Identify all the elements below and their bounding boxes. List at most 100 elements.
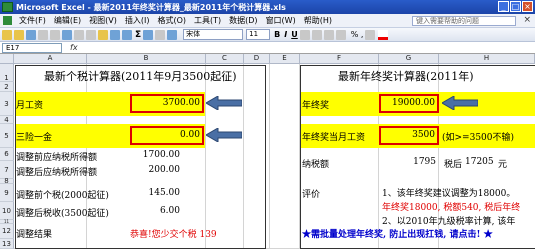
menu-window[interactable]: 窗口(W)	[262, 15, 300, 26]
select-all-corner[interactable]	[0, 54, 14, 64]
eval-line-1: 1、该年终奖建议调整为18000。	[382, 189, 516, 199]
bonus-value: 19000.00	[392, 98, 435, 108]
help-search-input[interactable]: 键入需要帮助的问题	[412, 16, 516, 26]
save-icon[interactable]	[26, 29, 36, 40]
row-header-10[interactable]: 10	[0, 202, 14, 220]
grid-col-e	[270, 64, 300, 249]
monthly-salary-label: 月工资	[16, 101, 44, 111]
menu-view[interactable]: 视图(V)	[85, 15, 121, 26]
post-taxable-label: 调整后应纳税所得额	[16, 168, 98, 178]
align-left-icon[interactable]	[299, 29, 310, 40]
menu-edit[interactable]: 编辑(E)	[50, 15, 85, 26]
print-icon[interactable]	[38, 29, 48, 40]
underline-button[interactable]: U	[291, 30, 298, 39]
redo-icon[interactable]	[122, 29, 132, 40]
italic-button[interactable]: I	[284, 30, 287, 39]
bonus-label: 年终奖	[302, 101, 330, 111]
cut-icon[interactable]	[74, 29, 84, 40]
tax-value: 1795	[413, 157, 436, 167]
row-header-13[interactable]: 13	[0, 239, 14, 249]
new-icon[interactable]	[2, 29, 12, 40]
monthly-salary-value: 3700.00	[162, 98, 200, 108]
column-header-f[interactable]: F	[300, 54, 379, 64]
close-button[interactable]: ×	[522, 1, 533, 12]
row-header-4[interactable]: 4	[0, 116, 14, 124]
menu-help[interactable]: 帮助(H)	[300, 15, 336, 26]
merge-center-icon[interactable]	[335, 29, 346, 40]
preview-icon[interactable]	[50, 29, 60, 40]
pre-tax-label: 调整前个税(2000起征)	[16, 191, 109, 201]
left-panel-title: 最新个税计算器(2011年9月3500起征)	[44, 70, 237, 83]
eval-line-2: 年终奖18000, 税额540, 税后年终	[382, 203, 521, 213]
font-size-select[interactable]: 11	[246, 29, 271, 40]
result-value: 恭喜!您少交个税 139	[130, 230, 217, 240]
standard-toolbar: Σ 宋体 11 B I U % ,	[0, 28, 535, 42]
batch-process-link[interactable]: ★需批量处理年终奖, 防止出现扛钱, 请点击! ★	[302, 227, 493, 240]
column-header-c[interactable]: C	[206, 54, 244, 64]
maximize-button[interactable]: □	[510, 1, 521, 12]
row-header-3[interactable]: 3	[0, 92, 14, 116]
menu-tools[interactable]: 工具(T)	[190, 15, 225, 26]
excel-app-icon	[2, 2, 13, 12]
pre-taxable-label: 调整前应纳税所得额	[16, 153, 98, 163]
copy-icon[interactable]	[86, 29, 96, 40]
column-header-h[interactable]: H	[439, 54, 535, 64]
menu-data[interactable]: 数据(D)	[225, 15, 261, 26]
workbook-close-icon[interactable]: ×	[523, 15, 531, 25]
insurance-arrow-icon	[206, 128, 242, 142]
worksheet-grid[interactable]: A B C D E F G H 1 2 3 4 5 6 7 8 9 10 11 …	[0, 54, 535, 249]
menu-bar: 文件(F) 编辑(E) 视图(V) 插入(I) 格式(O) 工具(T) 数据(D…	[0, 14, 535, 28]
row-header-2[interactable]: 2	[0, 82, 14, 92]
bonus-month-salary-label: 年终奖当月工资	[302, 133, 366, 143]
post-tax-label: 调整后税收(3500起征)	[16, 209, 109, 219]
column-header-d[interactable]: D	[244, 54, 270, 64]
post-tax-value: 6.00	[159, 206, 180, 216]
bonus-month-note: (如>=3500不输)	[442, 133, 515, 143]
font-color-icon[interactable]	[378, 29, 389, 40]
column-header-a[interactable]: A	[14, 54, 87, 64]
workbook-icon	[3, 16, 12, 25]
row-header-5[interactable]: 5	[0, 124, 14, 148]
column-header-e[interactable]: E	[270, 54, 300, 64]
window-title: Microsoft Excel - 最新2011年终奖计算器_最新2011年个税…	[16, 2, 286, 12]
row-header-6[interactable]: 6	[0, 148, 14, 161]
open-icon[interactable]	[14, 29, 24, 40]
row-header-1[interactable]: 1	[0, 64, 14, 82]
pre-taxable-value: 1700.00	[142, 150, 180, 160]
result-label: 调整结果	[16, 230, 53, 240]
borders-icon[interactable]	[365, 29, 376, 40]
sort-icon[interactable]	[143, 29, 154, 40]
row-header-9[interactable]: 9	[0, 184, 14, 202]
align-center-icon[interactable]	[311, 29, 322, 40]
bonus-arrow-icon	[442, 96, 478, 110]
percent-style-button[interactable]: % ,	[351, 30, 364, 39]
function-icon[interactable]: fx	[70, 43, 78, 52]
column-header-g[interactable]: G	[379, 54, 439, 64]
tax-label: 纳税额	[302, 160, 330, 170]
menu-format[interactable]: 格式(O)	[153, 15, 190, 26]
help-icon[interactable]	[167, 29, 178, 40]
spellcheck-icon[interactable]	[62, 29, 72, 40]
menu-file[interactable]: 文件(F)	[15, 15, 50, 26]
right-panel-title: 最新年终奖计算器(2011年)	[338, 70, 474, 83]
bonus-month-salary-value: 3500	[412, 130, 435, 140]
formula-bar: E17 fx	[0, 42, 535, 54]
undo-icon[interactable]	[110, 29, 120, 40]
bold-button[interactable]: B	[274, 30, 280, 39]
autosum-icon[interactable]: Σ	[135, 30, 141, 40]
insurance-value: 0.00	[179, 130, 200, 140]
paste-icon[interactable]	[98, 29, 108, 40]
column-header-b[interactable]: B	[87, 54, 206, 64]
row-header-12[interactable]: 12	[0, 224, 14, 239]
after-tax-unit: 元	[498, 160, 508, 170]
align-right-icon[interactable]	[323, 29, 334, 40]
menu-insert[interactable]: 插入(I)	[121, 15, 154, 26]
salary-arrow-icon	[206, 96, 242, 110]
title-bar: Microsoft Excel - 最新2011年终奖计算器_最新2011年个税…	[0, 0, 535, 14]
name-box[interactable]: E17	[2, 42, 62, 53]
font-name-select[interactable]: 宋体	[183, 29, 244, 40]
eval-label: 评价	[302, 190, 321, 200]
minimize-button[interactable]: _	[498, 1, 509, 12]
insurance-label: 三险一金	[16, 133, 53, 143]
chart-icon[interactable]	[155, 29, 166, 40]
